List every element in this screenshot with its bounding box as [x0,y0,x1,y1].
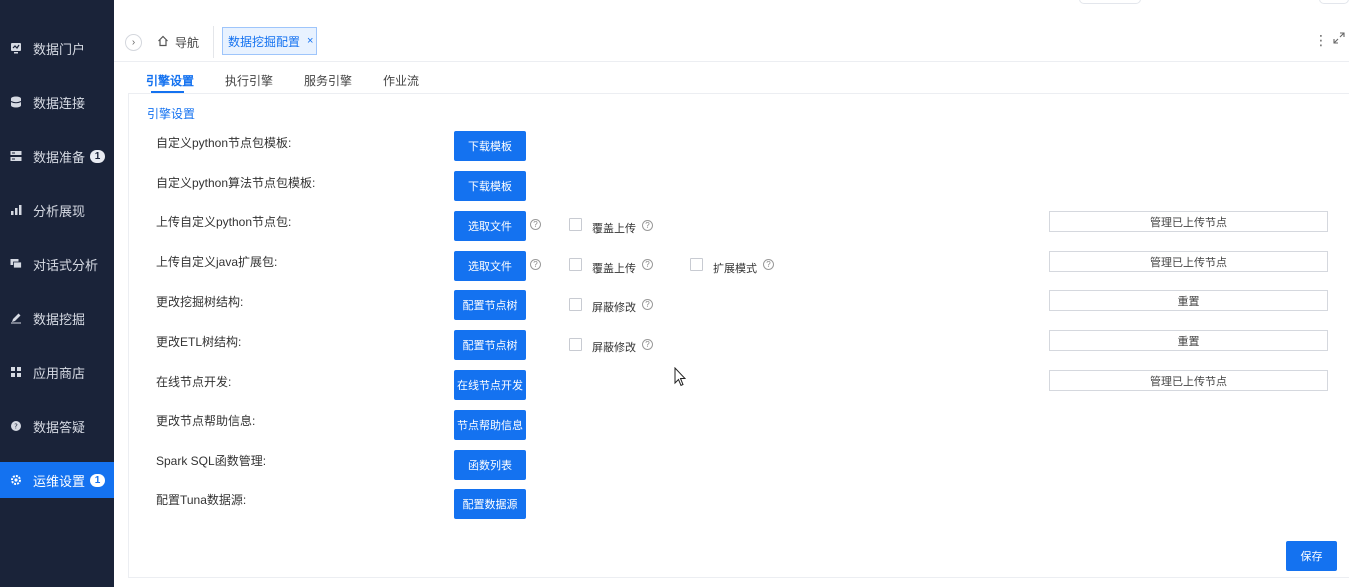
sidebar-item-label: 数据挖掘 [33,311,86,327]
row-label: Spark SQL函数管理: [156,454,267,468]
configure-datasource-button[interactable]: 配置数据源 [454,489,526,519]
apps-grid-icon [9,366,22,379]
function-list-button[interactable]: 函数列表 [454,450,526,480]
header-control[interactable] [1319,0,1349,4]
sidebar-item-app-store[interactable]: 应用商店 [0,354,114,390]
row-label: 上传自定义java扩展包: [156,255,278,269]
question-bubble-icon: ? [9,420,22,433]
sidebar: 数据门户 数据连接 数据准备 1 分析展现 对话式分析 数据挖掘 应用商店 ? … [0,0,114,587]
sidebar-item-data-prep[interactable]: 数据准备 1 [0,138,114,174]
section-title: 引擎设置 [147,107,196,121]
sidebar-item-conversational[interactable]: 对话式分析 [0,246,114,282]
sidebar-item-data-mining[interactable]: 数据挖掘 [0,300,114,336]
choose-java-file-button[interactable]: 选取文件 [454,251,526,281]
sidebar-item-label: 数据准备 [33,149,86,165]
row-label: 更改节点帮助信息: [156,414,256,428]
extension-mode-checkbox[interactable] [690,258,703,271]
checkbox-label: 覆盖上传 [592,223,636,235]
choose-python-file-button[interactable]: 选取文件 [454,211,526,241]
mouse-cursor-icon [674,366,687,390]
subtab-execution-engine[interactable]: 执行引擎 [225,72,273,89]
row-label: 配置Tuna数据源: [156,493,247,507]
pen-icon [9,312,22,325]
manage-uploaded-nodes-button[interactable]: 管理已上传节点 [1049,370,1328,391]
close-icon[interactable]: × [307,35,313,47]
checkbox-label: 覆盖上传 [592,263,636,275]
subtab-service-engine[interactable]: 服务引擎 [304,72,352,89]
notification-badge: 1 [90,149,106,163]
row-label: 更改挖掘树结构: [156,295,244,309]
active-tab-indicator [151,91,184,93]
subtab-engine-settings[interactable]: 引擎设置 [146,72,194,89]
row-label: 上传自定义python节点包: [156,215,292,229]
node-help-info-button[interactable]: 节点帮助信息 [454,410,526,440]
manage-uploaded-nodes-button[interactable]: 管理已上传节点 [1049,211,1328,232]
monitor-icon [9,42,22,55]
help-icon[interactable]: ? [642,220,653,231]
configure-mining-tree-button[interactable]: 配置节点树 [454,290,526,320]
sidebar-item-data-connection[interactable]: 数据连接 [0,84,114,120]
row-label: 自定义python节点包模板: [156,136,292,150]
help-icon[interactable]: ? [530,259,541,270]
chat-icon [9,258,22,271]
sidebar-item-label: 数据连接 [33,95,86,111]
expand-icon[interactable] [1333,32,1345,47]
block-modification-checkbox[interactable] [569,298,582,311]
sidebar-item-data-portal[interactable]: 数据门户 [0,30,114,66]
sidebar-item-ops-settings[interactable]: 运维设置 1 [0,462,114,498]
help-icon[interactable]: ? [642,299,653,310]
tab-label: 导航 [175,35,200,50]
sub-tabs: 引擎设置 执行引擎 服务引擎 作业流 [128,64,1349,94]
reset-button[interactable]: 重置 [1049,330,1328,351]
divider [213,26,214,58]
help-icon[interactable]: ? [642,259,653,270]
overwrite-upload-checkbox[interactable] [569,218,582,231]
tab-bar: › 导航 数据挖掘配置 × ⋮ [114,22,1349,62]
subtab-workflow[interactable]: 作业流 [383,72,419,89]
server-icon [9,150,22,163]
help-icon[interactable]: ? [642,339,653,350]
overwrite-upload-checkbox[interactable] [569,258,582,271]
home-icon [157,35,169,50]
online-node-dev-button[interactable]: 在线节点开发 [454,370,526,400]
download-algorithm-template-button[interactable]: 下载模板 [454,171,526,201]
block-modification-checkbox[interactable] [569,338,582,351]
sidebar-item-label: 应用商店 [33,365,86,381]
gear-icon [9,474,22,487]
more-vertical-icon[interactable]: ⋮ [1314,32,1328,49]
top-header-edge [114,0,1349,8]
sidebar-item-label: 数据门户 [33,41,86,57]
checkbox-label: 屏蔽修改 [592,302,636,314]
tab-navigation[interactable]: 导航 [157,34,199,50]
help-icon[interactable]: ? [530,219,541,230]
sidebar-item-label: 运维设置 [33,473,86,489]
collapse-sidebar-button[interactable]: › [125,34,142,51]
help-icon[interactable]: ? [763,259,774,270]
manage-uploaded-nodes-button[interactable]: 管理已上传节点 [1049,251,1328,272]
tab-data-mining-config[interactable]: 数据挖掘配置 × [222,27,317,55]
tab-label: 数据挖掘配置 [228,34,301,49]
download-python-template-button[interactable]: 下载模板 [454,131,526,161]
checkbox-label: 扩展模式 [713,263,757,275]
row-label: 在线节点开发: [156,375,232,389]
sidebar-item-label: 分析展现 [33,203,86,219]
logo [0,0,100,6]
row-label: 更改ETL树结构: [156,335,242,349]
bar-chart-icon [9,204,22,217]
header-control[interactable] [1079,0,1141,4]
row-label: 自定义python算法节点包模板: [156,176,316,190]
reset-button[interactable]: 重置 [1049,290,1328,311]
sidebar-item-label: 对话式分析 [33,257,99,273]
sidebar-item-label: 数据答疑 [33,419,86,435]
notification-badge: 1 [90,473,106,487]
svg-text:?: ? [14,423,18,431]
sidebar-item-analysis[interactable]: 分析展现 [0,192,114,228]
sidebar-item-qa[interactable]: ? 数据答疑 [0,408,114,444]
database-icon [9,96,22,109]
configure-etl-tree-button[interactable]: 配置节点树 [454,330,526,360]
save-button[interactable]: 保存 [1286,541,1337,571]
engine-settings-panel: 引擎设置 自定义python节点包模板: 下载模板 自定义python算法节点包… [128,94,1349,578]
checkbox-label: 屏蔽修改 [592,342,636,354]
